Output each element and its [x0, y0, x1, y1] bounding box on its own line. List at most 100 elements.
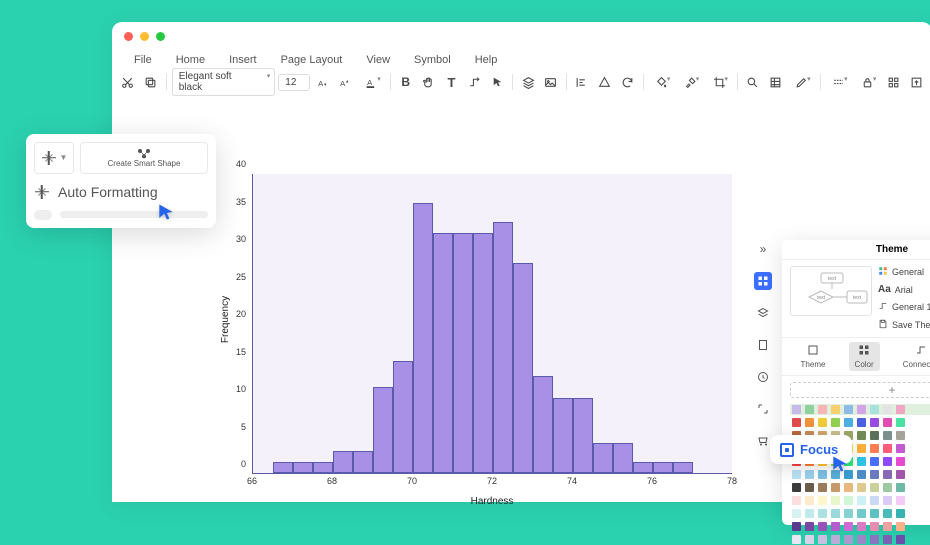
palette-row[interactable]: Sprinkle — [790, 495, 930, 506]
copy-icon[interactable] — [141, 72, 161, 92]
align-icon[interactable] — [572, 72, 592, 92]
color-swatch — [844, 496, 853, 505]
y-tick-label: 5 — [212, 422, 246, 432]
bold-icon[interactable]: B — [396, 72, 416, 92]
add-palette-button[interactable]: + — [790, 382, 930, 398]
image-icon[interactable] — [541, 72, 561, 92]
menu-symbol[interactable]: Symbol — [402, 50, 463, 70]
theme-preview-thumb[interactable]: text text text — [790, 266, 872, 316]
sparkle-icon — [34, 184, 50, 200]
theme-tab-theme[interactable]: Theme — [795, 342, 832, 371]
color-swatch — [857, 483, 866, 492]
color-swatch — [792, 418, 801, 427]
chart-bar — [533, 376, 553, 474]
theme-tab-color[interactable]: Color — [849, 342, 880, 371]
crop-icon[interactable] — [706, 72, 732, 92]
cut-icon[interactable] — [118, 72, 138, 92]
cursor-icon — [830, 454, 850, 474]
pointer-tool-icon[interactable] — [487, 72, 507, 92]
x-tick-label: 78 — [727, 476, 737, 486]
theme-sidelist-item[interactable]: AaArial — [878, 284, 930, 295]
auto-format-slider[interactable] — [34, 210, 208, 220]
chart-bar — [453, 233, 473, 473]
x-tick-label: 66 — [247, 476, 257, 486]
rotate-icon[interactable] — [618, 72, 638, 92]
close-window-icon[interactable] — [124, 32, 133, 41]
ribbon-expand-icon[interactable]: » — [754, 240, 772, 258]
lock-icon[interactable] — [854, 72, 880, 92]
increase-font-icon[interactable]: A▴ — [336, 72, 356, 92]
text-tool-icon[interactable]: T — [442, 72, 462, 92]
color-swatch — [883, 457, 892, 466]
maximize-window-icon[interactable] — [156, 32, 165, 41]
y-tick-label: 35 — [212, 197, 246, 207]
chart-bar — [573, 398, 593, 473]
menu-file[interactable]: File — [122, 50, 164, 70]
palette-row[interactable]: Crystal — [790, 469, 930, 480]
ribbon-resize-icon[interactable] — [754, 400, 772, 418]
menu-insert[interactable]: Insert — [217, 50, 269, 70]
minimize-window-icon[interactable] — [140, 32, 149, 41]
layers-icon[interactable] — [518, 72, 538, 92]
color-swatch — [870, 509, 879, 518]
hand-tool-icon[interactable] — [419, 72, 439, 92]
tab-label: Connector — [903, 360, 930, 369]
export-icon[interactable] — [906, 72, 926, 92]
theme-sidelist-label: General — [892, 267, 924, 277]
palette-row[interactable]: Broad — [790, 482, 930, 493]
menu-page-layout[interactable]: Page Layout — [269, 50, 355, 70]
palette-row[interactable]: General — [790, 404, 930, 415]
font-size-select[interactable]: 12 — [278, 74, 310, 91]
sparkle-icon — [41, 150, 57, 166]
color-swatch — [870, 405, 879, 414]
ribbon-layer-icon[interactable] — [754, 304, 772, 322]
decrease-font-icon[interactable]: A▾ — [313, 72, 333, 92]
color-swatch — [844, 535, 853, 544]
menu-view[interactable]: View — [354, 50, 402, 70]
color-swatch — [870, 522, 879, 531]
eyedropper-icon[interactable] — [677, 72, 703, 92]
font-color-icon[interactable]: A — [359, 72, 385, 92]
table-icon[interactable] — [766, 72, 786, 92]
sparkle-dropdown-button[interactable]: ▼ — [34, 142, 74, 174]
color-swatch — [896, 405, 905, 414]
font-family-select[interactable]: Elegant soft black — [172, 68, 276, 96]
theme-sidelist-item[interactable]: General 1 — [878, 301, 930, 313]
connector-tool-icon[interactable] — [464, 72, 484, 92]
theme-tab-connector[interactable]: Connector — [897, 342, 930, 371]
y-tick-label: 10 — [212, 384, 246, 394]
svg-text:text: text — [817, 295, 826, 301]
palette-row[interactable]: Charm — [790, 417, 930, 428]
create-smart-shape-label: Create Smart Shape — [108, 160, 181, 169]
color-swatch — [883, 496, 892, 505]
palette-row[interactable]: Tranquil — [790, 508, 930, 519]
menu-help[interactable]: Help — [463, 50, 510, 70]
palette-row[interactable]: Opulent — [790, 521, 930, 532]
chart-plot-area — [252, 174, 732, 474]
menu-home[interactable]: Home — [164, 50, 217, 70]
theme-sidelist-item[interactable]: General — [878, 266, 930, 278]
palette-row[interactable]: Placid — [790, 534, 930, 545]
y-tick-label: 20 — [212, 309, 246, 319]
color-swatch — [818, 405, 827, 414]
pen-icon[interactable] — [789, 72, 815, 92]
connector-icon — [878, 301, 888, 313]
theme-sidelist-label: Arial — [895, 285, 913, 295]
create-smart-shape-button[interactable]: Create Smart Shape — [80, 142, 208, 174]
tab-label: Theme — [801, 360, 826, 369]
toolbar: Elegant soft black 12 A▾ A▴ A B T — [118, 70, 926, 94]
color-swatch — [818, 470, 827, 479]
fill-color-icon[interactable] — [649, 72, 675, 92]
grid-icon[interactable] — [883, 72, 903, 92]
ribbon-page-icon[interactable] — [754, 336, 772, 354]
theme-sidelist-item[interactable]: Save The... — [878, 319, 930, 331]
color-swatch — [870, 418, 879, 427]
ribbon-theme-icon[interactable] — [754, 272, 772, 290]
right-ribbon: » — [752, 240, 774, 450]
search-icon[interactable] — [743, 72, 763, 92]
ribbon-history-icon[interactable] — [754, 368, 772, 386]
color-swatch — [883, 522, 892, 531]
line-style-icon[interactable] — [826, 72, 852, 92]
shape-icon[interactable] — [595, 72, 615, 92]
color-swatch — [883, 470, 892, 479]
